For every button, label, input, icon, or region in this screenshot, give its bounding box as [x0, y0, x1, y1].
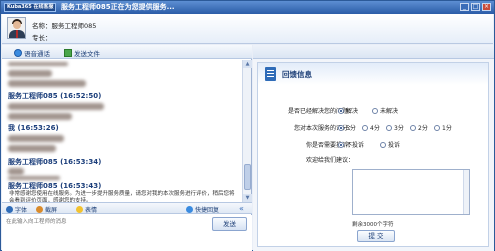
window-title: 服务工程师085正在为您提供服务...	[61, 3, 175, 11]
document-icon	[265, 67, 276, 81]
radio-icon[interactable]	[338, 141, 344, 148]
radio-icon[interactable]	[410, 124, 416, 131]
redacted-text	[8, 103, 104, 110]
title-bar[interactable]: Kuba365 在线客服 服务工程师085正在为您提供服务... _ □ ×	[1, 1, 494, 14]
agent-profile: 名称：服务工程师085 专长：	[2, 14, 493, 44]
redacted-text	[8, 145, 56, 152]
agent-name: 名称：服务工程师085	[32, 22, 97, 30]
option-resolved[interactable]: 解决	[338, 106, 358, 115]
emoji-button[interactable]: 表情	[76, 205, 97, 214]
smiley-icon	[76, 206, 83, 213]
submit-button[interactable]: 提 交	[357, 230, 395, 242]
redacted-text	[8, 113, 72, 120]
quick-reply-icon	[186, 206, 193, 213]
suggestion-textarea[interactable]	[352, 169, 470, 215]
redacted-text	[8, 70, 52, 77]
redacted-text	[8, 62, 68, 66]
quick-reply-button[interactable]: 快捷回复	[186, 205, 219, 214]
remaining-characters: 剩余3000个字符	[352, 222, 394, 228]
voice-icon	[14, 49, 22, 57]
redacted-text	[8, 80, 86, 87]
feedback-title: 回馈信息	[282, 70, 312, 79]
message-header: 我 (16:53:26)	[8, 124, 59, 132]
radio-icon[interactable]	[386, 124, 392, 131]
chat-window: Kuba365 在线客服 服务工程师085正在为您提供服务... _ □ × 名…	[0, 0, 495, 251]
redacted-text	[8, 176, 60, 180]
redacted-text	[8, 168, 24, 175]
message-header: 服务工程师085 (16:53:34)	[8, 158, 102, 166]
radio-icon[interactable]	[362, 124, 368, 131]
message-input-area: 发送	[2, 215, 252, 251]
option-score-4[interactable]: 4分	[362, 123, 380, 132]
option-unresolved[interactable]: 未解决	[372, 106, 398, 115]
textarea-scrollbar[interactable]	[463, 170, 469, 214]
input-toolbar: 字体 截屏 表情 快捷回复 «	[2, 202, 252, 214]
feedback-header: 回馈信息	[258, 63, 488, 85]
message-header: 服务工程师085 (16:53:43)	[8, 182, 102, 190]
window-controls: _ □ ×	[460, 3, 491, 11]
chat-scrollbar[interactable]: ▲ ▼	[242, 60, 252, 202]
font-icon	[6, 206, 13, 213]
radio-icon[interactable]	[434, 124, 440, 131]
voice-call-button[interactable]: 语音通话	[14, 48, 50, 58]
chat-history: 服务工程师085 (16:52:50) 我 (16:53:26) 服务工程师08…	[2, 60, 243, 202]
option-complaint[interactable]: 投诉	[380, 140, 400, 149]
send-button[interactable]: 发送	[212, 217, 247, 231]
close-button[interactable]: ×	[482, 3, 491, 11]
message-header: 服务工程师085 (16:52:50)	[8, 92, 102, 100]
double-chevron-left-icon[interactable]: «	[239, 204, 244, 213]
option-score-1[interactable]: 1分	[434, 123, 452, 132]
radio-icon[interactable]	[380, 141, 386, 148]
feedback-pane: 回馈信息 是否已经解决您的问题： 解决 未解决 您对本次服务的评分： 5分 4分…	[253, 45, 494, 251]
scroll-up-icon[interactable]: ▲	[243, 60, 252, 68]
redacted-text	[8, 135, 64, 142]
feedback-panel: 回馈信息 是否已经解决您的问题： 解决 未解决 您对本次服务的评分： 5分 4分…	[257, 62, 489, 247]
option-score-5[interactable]: 5分	[338, 123, 356, 132]
feedback-toolbar	[253, 45, 494, 59]
scroll-down-icon[interactable]: ▼	[243, 194, 252, 202]
screenshot-button[interactable]: 截屏	[36, 205, 57, 214]
message-text: 非常感谢您使用在线服务。为进一步提升服务质量，请您对我的本次服务进行评价，稍后您…	[9, 191, 235, 202]
chat-top-toolbar: 语音通话 发送文件	[2, 45, 252, 59]
minimize-button[interactable]: _	[460, 3, 469, 11]
scroll-thumb[interactable]	[244, 164, 251, 190]
send-file-button[interactable]: 发送文件	[64, 48, 100, 58]
message-input[interactable]	[6, 217, 246, 227]
radio-icon[interactable]	[338, 107, 344, 114]
app-logo: Kuba365 在线客服	[4, 3, 57, 12]
send-file-label: 发送文件	[74, 50, 100, 58]
option-score-2[interactable]: 2分	[410, 123, 428, 132]
agent-specialty: 专长：	[32, 34, 52, 42]
avatar	[7, 17, 26, 39]
scissors-icon	[36, 206, 43, 213]
radio-icon[interactable]	[372, 107, 378, 114]
radio-icon[interactable]	[338, 124, 344, 131]
file-icon	[64, 49, 72, 57]
maximize-button[interactable]: □	[471, 3, 480, 11]
option-score-3[interactable]: 3分	[386, 123, 404, 132]
suggestion-label: 欢迎给我们建议：	[305, 157, 354, 164]
voice-call-label: 语音通话	[24, 50, 50, 58]
chat-pane: 语音通话 发送文件 服务工程师085 (16:52:50) 我 (16:53:2…	[2, 45, 252, 251]
font-button[interactable]: 字体	[6, 205, 27, 214]
option-no-complaint[interactable]: 不投诉	[338, 140, 364, 149]
